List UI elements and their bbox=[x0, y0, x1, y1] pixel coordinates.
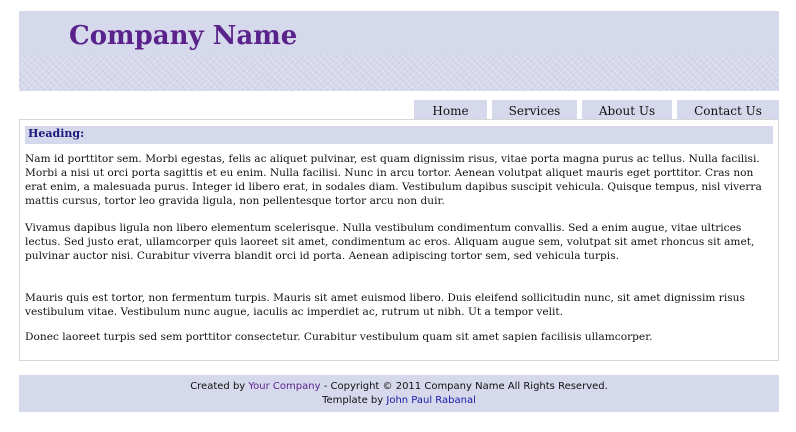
paragraph-4: Donec laoreet turpis sed sem porttitor c… bbox=[25, 331, 653, 343]
footer-created-by: Created by bbox=[190, 381, 246, 392]
paragraph-1: Nam id porttitor sem. Morbi egestas, fel… bbox=[25, 153, 762, 208]
nav-services[interactable]: Services bbox=[492, 100, 577, 120]
footer-template-by: Template by bbox=[322, 395, 384, 406]
main-nav: Home Services About Us Contact Us bbox=[0, 100, 796, 120]
header-banner: Company Name bbox=[19, 11, 779, 91]
footer-line-1: Created by Your Company - Copyright © 20… bbox=[19, 381, 779, 392]
nav-home[interactable]: Home bbox=[414, 100, 487, 120]
nav-about-us[interactable]: About Us bbox=[582, 100, 672, 120]
paragraph-3: Mauris quis est tortor, non fermentum tu… bbox=[25, 292, 745, 319]
company-name: Company Name bbox=[69, 21, 298, 51]
nav-contact-us[interactable]: Contact Us bbox=[677, 100, 779, 120]
heading-bar: Heading: bbox=[25, 126, 773, 144]
content-heading: Heading: bbox=[28, 127, 85, 140]
content-box: Heading: Nam id porttitor sem. Morbi ege… bbox=[19, 119, 779, 361]
author-link[interactable]: John Paul Rabanal bbox=[386, 395, 476, 406]
footer-line-2: Template by John Paul Rabanal bbox=[19, 395, 779, 406]
footer: Created by Your Company - Copyright © 20… bbox=[19, 375, 779, 412]
footer-copyright: - Copyright © 2011 Company Name All Righ… bbox=[323, 381, 608, 392]
paragraph-2: Vivamus dapibus ligula non libero elemen… bbox=[25, 222, 755, 263]
page: Company Name Home Services About Us Cont… bbox=[0, 0, 796, 432]
header-texture bbox=[19, 55, 779, 91]
your-company-link[interactable]: Your Company bbox=[248, 381, 320, 392]
